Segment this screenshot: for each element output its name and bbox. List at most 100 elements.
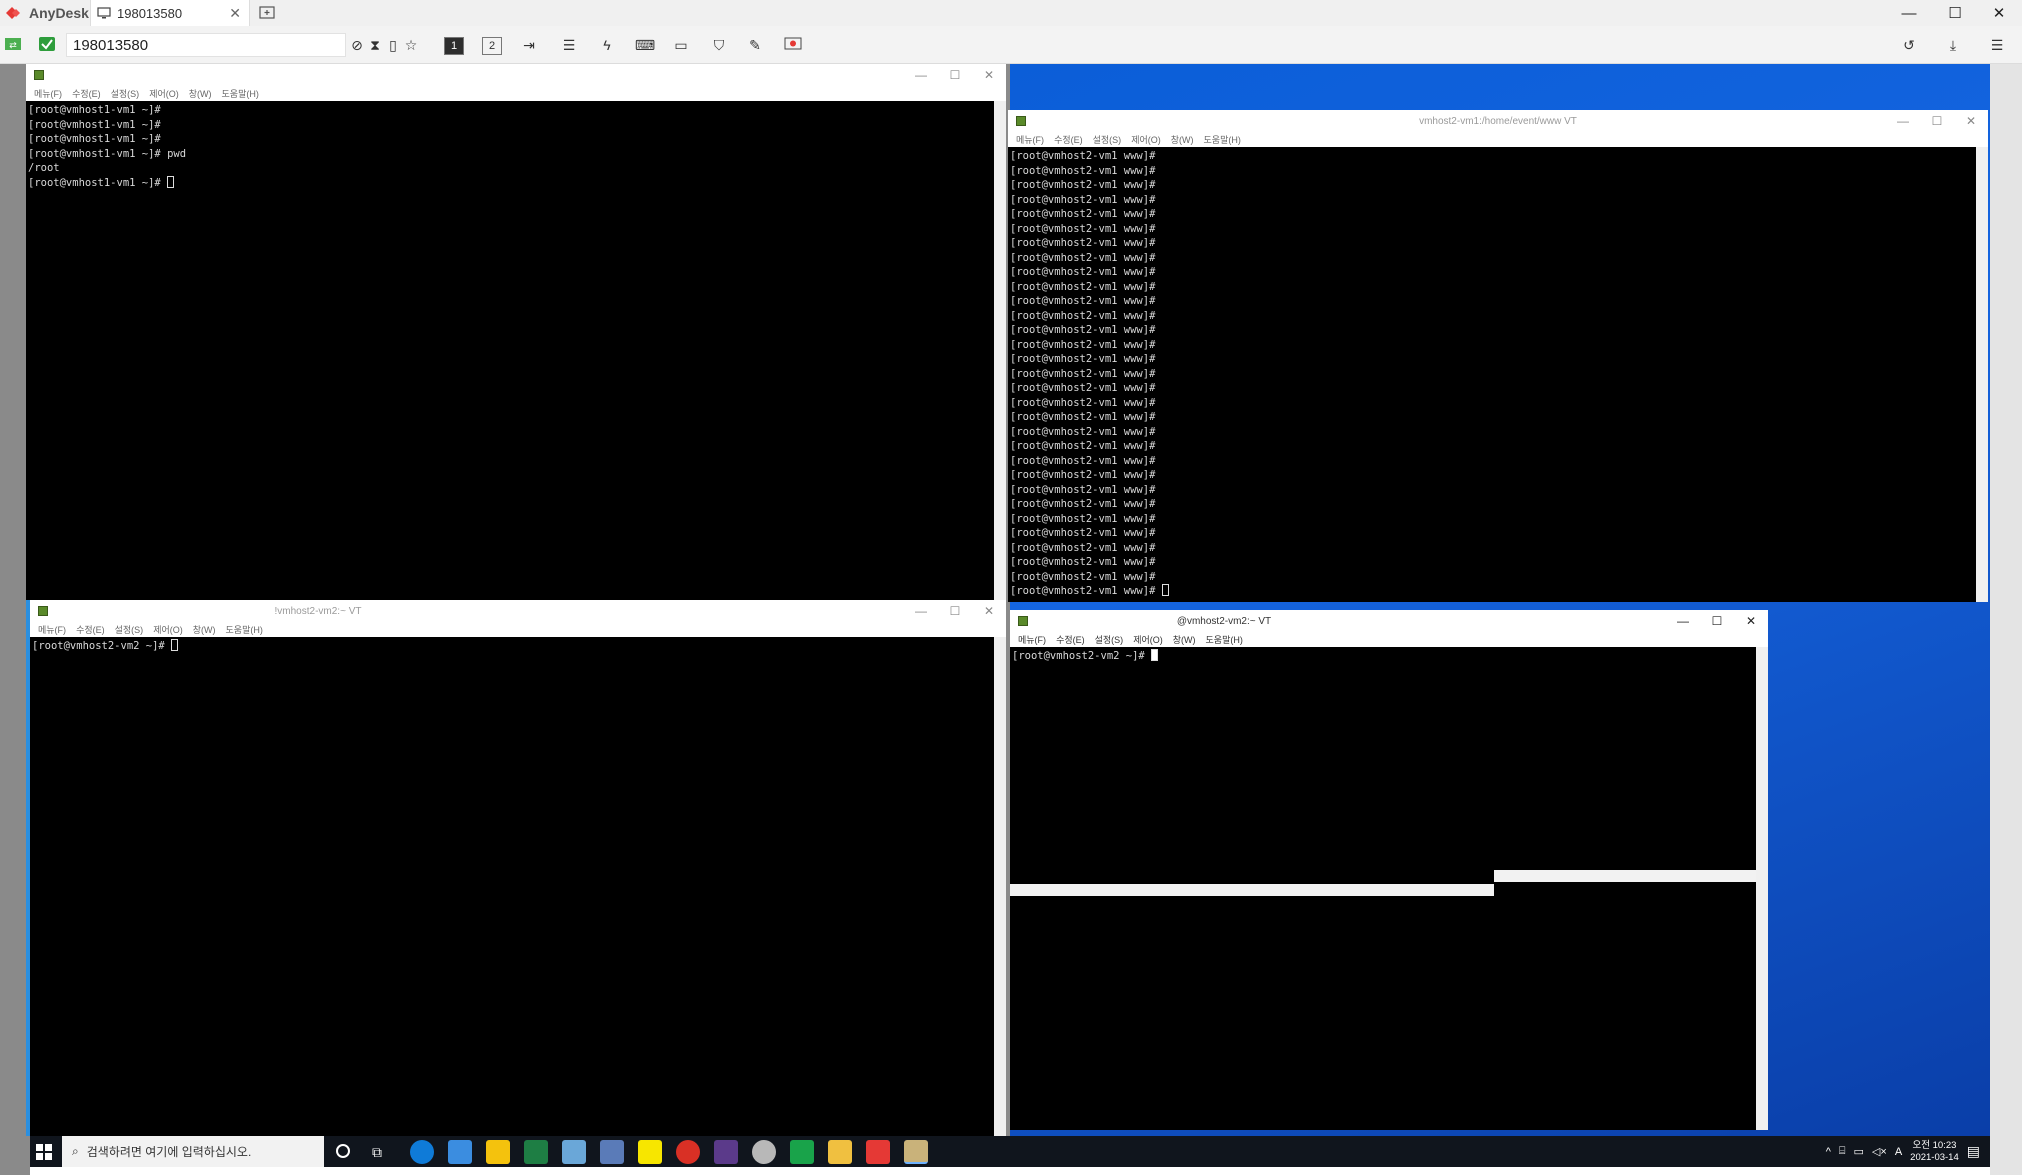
file-explorer-icon[interactable] [828, 1140, 852, 1164]
terminal-screen[interactable]: [root@vmhost2-vm1 www]# [root@vmhost2-vm1… [1008, 147, 1976, 602]
terminal-window-vmhost2-vm2-right[interactable]: @vmhost2-vm2:~ VT — ☐ ✕ 메뉴(F) 수정(E) 설정(S… [1010, 610, 1768, 1130]
feather-app-icon[interactable] [562, 1140, 586, 1164]
task-view-icon[interactable]: ⧉ [372, 1144, 382, 1161]
remote-address-field[interactable]: 198013580 [66, 33, 346, 57]
menu-help[interactable]: 도움말(H) [1204, 133, 1241, 146]
terminal-screen[interactable]: [root@vmhost1-vm1 ~]# [root@vmhost1-vm1 ~… [26, 101, 994, 600]
cortana-icon[interactable] [336, 1144, 350, 1158]
terminal-taskbar-icon[interactable] [904, 1140, 928, 1164]
app-blue-bird-icon[interactable] [448, 1140, 472, 1164]
terminal-menubar: 메뉴(F) 수정(E) 설정(S) 제어(O) 창(W) 도움말(H) [26, 86, 1006, 101]
menu-help[interactable]: 도움말(H) [226, 623, 263, 636]
terminal-close-button[interactable]: ✕ [1954, 110, 1988, 132]
terminal-maximize-button[interactable]: ☐ [1700, 610, 1734, 632]
menu-settings[interactable]: 설정(S) [1095, 633, 1124, 646]
menu-control[interactable]: 제어(O) [1133, 633, 1163, 646]
menu-settings[interactable]: 설정(S) [115, 623, 144, 636]
terminal-window-vmhost2-vm1[interactable]: vmhost2-vm1:/home/event/www VT — ☐ ✕ 메뉴(… [1008, 110, 1988, 602]
menu-control[interactable]: 제어(O) [1131, 133, 1161, 146]
monitor-2-button[interactable]: 2 [482, 37, 502, 55]
menu-window[interactable]: 창(W) [193, 623, 216, 636]
taskbar-clock[interactable]: 오전 10:23 2021-03-14 [1910, 1140, 1959, 1164]
chat-icon[interactable]: ☰ [556, 33, 582, 57]
whiteboard-pen-icon[interactable]: ✎ [742, 33, 768, 57]
terminal-close-button[interactable]: ✕ [972, 600, 1006, 622]
menu-file[interactable]: 메뉴(F) [38, 623, 66, 636]
tray-chevron-icon[interactable]: ^ [1826, 1146, 1831, 1158]
menu-edit[interactable]: 수정(E) [76, 623, 105, 636]
terminal-prompt: [root@vmhost2-vm1 www]# [1010, 454, 1156, 467]
monitor-1-button[interactable]: 1 [444, 37, 464, 55]
kakaotalk-icon[interactable] [638, 1140, 662, 1164]
menu-settings[interactable]: 설정(S) [111, 87, 140, 100]
terminal-close-button[interactable]: ✕ [1734, 610, 1768, 632]
terminal-minimize-button[interactable]: — [1886, 110, 1920, 132]
close-tab-icon[interactable]: ✕ [229, 5, 241, 22]
record-session-icon[interactable] [780, 33, 806, 57]
chrome-icon[interactable] [676, 1140, 700, 1164]
maximize-button[interactable]: ☐ [1932, 0, 1978, 26]
excel-icon[interactable] [524, 1140, 548, 1164]
terminal-scrollbar[interactable] [994, 637, 1006, 1136]
terminal-scrollbar[interactable] [1756, 647, 1768, 1130]
terminal-minimize-button[interactable]: — [904, 64, 938, 86]
sticky-notes-icon[interactable] [486, 1140, 510, 1164]
ime-indicator[interactable]: A [1895, 1146, 1902, 1158]
taskbar-search-box[interactable]: ⌕ 검색하려면 여기에 입력하십시오. [62, 1136, 324, 1167]
calculator-icon[interactable] [600, 1140, 624, 1164]
menu-edit[interactable]: 수정(E) [1054, 133, 1083, 146]
terminal-maximize-button[interactable]: ☐ [1920, 110, 1954, 132]
terminal-screen[interactable]: [root@vmhost2-vm2 ~]# [30, 637, 994, 1136]
terminal-prompt: [root@vmhost2-vm1 www]# [1010, 527, 1156, 539]
notifications-icon[interactable]: ▤ [1967, 1143, 1980, 1160]
terminal-close-button[interactable]: ✕ [972, 64, 1006, 86]
connection-status-icon[interactable]: ⇄ [4, 35, 22, 53]
app-cloud-icon[interactable] [752, 1140, 776, 1164]
history-icon[interactable]: ↺ [1896, 33, 1922, 57]
keyboard-icon[interactable]: ⌨ [632, 33, 658, 57]
file-transfer-icon[interactable]: ⇥ [516, 33, 542, 57]
anydesk-taskbar-icon[interactable] [866, 1140, 890, 1164]
app-purple-icon[interactable] [714, 1140, 738, 1164]
start-button[interactable] [34, 1142, 54, 1162]
terminal-line: [root@vmhost2-vm1 www]# [1010, 338, 1974, 353]
terminal-minimize-button[interactable]: — [1666, 610, 1700, 632]
terminal-scrollbar[interactable] [994, 101, 1006, 600]
terminal-minimize-button[interactable]: — [904, 600, 938, 622]
new-tab-button[interactable] [258, 4, 276, 22]
menu-settings[interactable]: 설정(S) [1093, 133, 1122, 146]
app-green-chat-icon[interactable] [790, 1140, 814, 1164]
tray-network-icon[interactable]: ⌸ [1839, 1145, 1846, 1158]
terminal-scrollbar[interactable] [1976, 147, 1988, 602]
permissions-shield-icon[interactable]: ⛉ [706, 33, 732, 57]
close-button[interactable]: ✕ [1976, 0, 2022, 26]
terminal-window-vmhost2-vm2-left[interactable]: !vmhost2-vm2:~ VT — ☐ ✕ 메뉴(F) 수정(E) 설정(S… [30, 600, 1006, 1136]
menu-window[interactable]: 창(W) [1173, 633, 1196, 646]
terminal-maximize-button[interactable]: ☐ [938, 64, 972, 86]
menu-edit[interactable]: 수정(E) [72, 87, 101, 100]
menu-file[interactable]: 메뉴(F) [1018, 633, 1046, 646]
tray-volume-icon[interactable]: ◁× [1872, 1145, 1887, 1158]
edge-icon[interactable] [410, 1140, 434, 1164]
menu-edit[interactable]: 수정(E) [1056, 633, 1085, 646]
menu-control[interactable]: 제어(O) [153, 623, 183, 636]
tray-monitor-icon[interactable]: ▭ [1854, 1145, 1864, 1158]
download-icon[interactable]: ⤓ [1940, 33, 1966, 57]
menu-file[interactable]: 메뉴(F) [34, 87, 62, 100]
display-icon[interactable]: ▭ [668, 33, 694, 57]
terminal-prompt: [root@vmhost2-vm1 www]# [1010, 150, 1156, 162]
terminal-prompt: [root@vmhost2-vm1 www]# [1010, 309, 1156, 322]
terminal-maximize-button[interactable]: ☐ [938, 600, 972, 622]
menu-file[interactable]: 메뉴(F) [1016, 133, 1044, 146]
session-tab[interactable]: 198013580 ✕ [90, 0, 250, 26]
menu-help[interactable]: 도움말(H) [1206, 633, 1243, 646]
actions-lightning-icon[interactable]: ϟ [594, 33, 620, 57]
main-menu-icon[interactable]: ☰ [1984, 33, 2010, 57]
favorite-star-icon[interactable]: ☆ [398, 33, 424, 57]
terminal-window-vmhost1-vm1[interactable]: — ☐ ✕ 메뉴(F) 수정(E) 설정(S) 제어(O) 창(W) 도움말(H… [26, 64, 1006, 600]
menu-help[interactable]: 도움말(H) [222, 87, 259, 100]
minimize-button[interactable]: — [1886, 0, 1932, 26]
menu-control[interactable]: 제어(O) [149, 87, 179, 100]
menu-window[interactable]: 창(W) [1171, 133, 1194, 146]
menu-window[interactable]: 창(W) [189, 87, 212, 100]
